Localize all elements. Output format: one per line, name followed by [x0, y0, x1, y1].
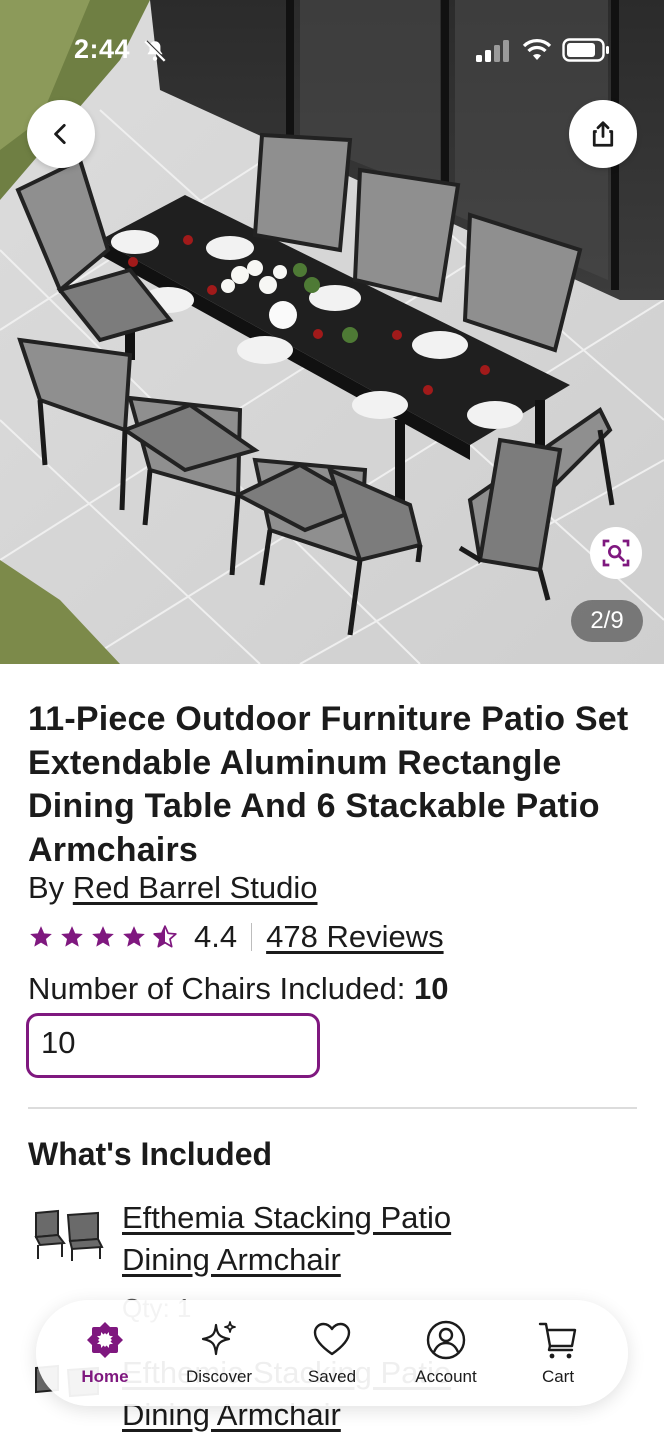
product-image[interactable]: 2:44 2/9 — [0, 0, 664, 664]
included-item-link[interactable]: Efthemia Stacking Patio Dining Armchair — [122, 1197, 532, 1281]
option-label-text: Number of Chairs Included: — [28, 971, 406, 1006]
nav-account-label: Account — [415, 1367, 477, 1386]
star-half-icon — [153, 925, 177, 948]
signal-icon — [476, 40, 509, 62]
visual-search-icon — [602, 539, 630, 567]
account-icon — [426, 1320, 466, 1360]
rating-value: 4.4 — [194, 919, 238, 954]
visual-search-button[interactable] — [590, 527, 642, 579]
nav-saved-label: Saved — [307, 1367, 357, 1386]
sparkle-icon — [201, 1321, 236, 1356]
nav-home[interactable]: Home — [44, 1300, 166, 1406]
battery-icon — [562, 38, 609, 62]
wifi-icon — [522, 39, 552, 60]
by-prefix: By — [28, 870, 65, 905]
section-divider — [28, 1107, 637, 1109]
brand-link[interactable]: Red Barrel Studio — [73, 870, 318, 905]
home-icon — [87, 1322, 123, 1358]
nav-discover[interactable]: Discover — [166, 1300, 272, 1406]
star-full-icon — [92, 926, 114, 947]
rating-divider — [251, 923, 253, 951]
bottom-nav: Home Discover Saved Account Cart — [36, 1300, 628, 1406]
status-bar: 2:44 — [0, 0, 664, 100]
rating-row[interactable]: 4.4 478 Reviews — [28, 917, 444, 957]
option-label: Number of Chairs Included: 10 — [28, 971, 448, 1007]
back-icon — [54, 123, 66, 145]
share-icon — [592, 121, 614, 147]
status-time: 2:44 — [74, 34, 131, 64]
nav-cart-label: Cart — [541, 1367, 575, 1386]
whats-included-title: What's Included — [28, 1136, 273, 1172]
back-button[interactable] — [27, 100, 95, 168]
product-title: 11-Piece Outdoor Furniture Patio Set Ext… — [28, 700, 629, 869]
rating-stars — [28, 924, 178, 950]
nav-discover-label: Discover — [185, 1367, 253, 1386]
byline: By Red Barrel Studio — [28, 870, 318, 906]
nav-cart[interactable]: Cart — [512, 1300, 604, 1406]
cart-icon — [538, 1322, 577, 1359]
bell-slash-icon — [144, 40, 167, 62]
star-full-icon — [61, 926, 83, 947]
reviews-link[interactable]: 478 Reviews — [266, 919, 443, 955]
nav-account[interactable]: Account — [398, 1300, 494, 1406]
nav-home-label: Home — [81, 1367, 129, 1386]
armchair-thumbnail — [34, 1209, 104, 1261]
chairs-option-select[interactable]: 10 — [26, 1013, 320, 1078]
nav-saved[interactable]: Saved — [282, 1300, 382, 1406]
option-label-value: 10 — [413, 971, 449, 1006]
star-full-icon — [30, 926, 52, 947]
share-button[interactable] — [569, 100, 637, 168]
star-full-icon — [123, 926, 145, 947]
image-counter: 2/9 — [571, 600, 643, 642]
included-item[interactable]: Efthemia Stacking Patio Dining Armchair … — [28, 1197, 628, 1323]
heart-icon — [313, 1322, 351, 1356]
